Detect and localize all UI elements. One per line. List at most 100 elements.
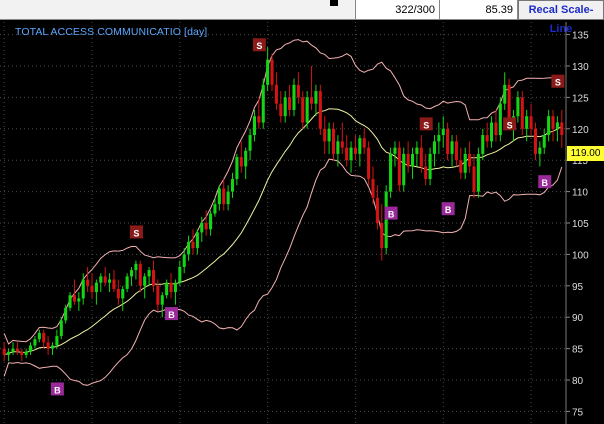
candlestick-chart[interactable]: 7580859095100105110115120125130135 BSBSB… xyxy=(0,0,604,424)
candle-body xyxy=(547,116,551,136)
candle-body xyxy=(112,279,116,289)
candle-body xyxy=(90,285,94,293)
candle-body xyxy=(406,153,410,167)
candle-body xyxy=(160,295,164,305)
candle-body xyxy=(274,84,278,104)
candle-body xyxy=(503,84,507,104)
candle-body xyxy=(336,141,340,154)
candle-body xyxy=(542,135,546,148)
buy-signal-label: B xyxy=(445,205,452,215)
candle-body xyxy=(551,116,555,129)
candle-body xyxy=(279,103,283,117)
candle-body xyxy=(463,153,467,173)
candle-body xyxy=(209,213,213,230)
candle-body xyxy=(380,223,384,249)
candle-body xyxy=(94,282,98,293)
sell-signal-label: S xyxy=(555,78,561,88)
candle-body xyxy=(156,285,160,305)
candle-body xyxy=(200,223,204,233)
candle-body xyxy=(226,191,230,205)
candle-body xyxy=(389,153,393,192)
candle-body xyxy=(178,266,182,283)
sell-signal-label: S xyxy=(256,41,262,51)
candle-body xyxy=(213,204,217,214)
candle-body xyxy=(108,279,112,283)
candle-body xyxy=(402,153,406,186)
buy-signal-label: B xyxy=(54,385,61,395)
candle-body xyxy=(358,138,362,154)
candle-body xyxy=(11,348,15,352)
y-tick-label: 95 xyxy=(572,282,584,293)
candle-body xyxy=(134,263,138,271)
candle-body xyxy=(138,263,142,286)
candle-body xyxy=(310,97,314,104)
candle-body xyxy=(86,279,90,286)
candle-body xyxy=(266,59,270,85)
candle-body xyxy=(349,147,353,161)
candle-body xyxy=(468,153,472,167)
candle-body xyxy=(257,116,261,123)
candle-body xyxy=(222,188,226,205)
y-tick-label: 90 xyxy=(572,313,584,324)
candle-body xyxy=(362,138,366,148)
candle-body xyxy=(529,116,533,129)
candle-body xyxy=(340,141,344,148)
candle-body xyxy=(428,153,432,180)
candle-body xyxy=(525,116,529,129)
y-tick-label: 135 xyxy=(572,31,589,42)
candle-body xyxy=(173,282,177,293)
candle-body xyxy=(476,153,480,192)
candle-body xyxy=(2,348,6,355)
candle-body xyxy=(129,270,134,277)
candle-body xyxy=(68,295,72,308)
candle-body xyxy=(42,332,46,343)
candle-body xyxy=(507,84,511,123)
candle-body xyxy=(72,295,76,302)
candle-body xyxy=(235,157,239,180)
candle-body xyxy=(472,166,476,192)
candle-body xyxy=(327,128,331,142)
candle-body xyxy=(46,342,50,349)
candle-body xyxy=(371,179,375,198)
candle-body xyxy=(191,241,195,249)
candle-body xyxy=(217,188,221,205)
candle-body xyxy=(182,254,186,267)
candle-body xyxy=(99,276,103,283)
candle-body xyxy=(59,320,63,337)
candle-body xyxy=(560,122,564,136)
y-tick-label: 120 xyxy=(572,125,589,136)
candle-body xyxy=(292,84,296,110)
chart-window: 322/300 85.39 Recal Scale-Line 75 80 85 90 9… xyxy=(0,0,604,424)
candle-body xyxy=(187,241,191,255)
candle-body xyxy=(490,122,494,142)
candle-body xyxy=(24,351,28,355)
candle-body xyxy=(450,141,454,154)
grid-lines xyxy=(0,22,566,424)
candle-body xyxy=(397,147,401,186)
candle-body xyxy=(15,348,19,352)
candle-body xyxy=(437,135,441,142)
candle-body xyxy=(252,116,256,136)
y-tick-label: 110 xyxy=(572,188,588,199)
candle-body xyxy=(353,147,357,154)
sell-signal-label: S xyxy=(423,120,429,130)
candle-body xyxy=(446,128,450,154)
candle-body xyxy=(331,128,336,154)
candle-body xyxy=(244,150,248,167)
candle-body xyxy=(37,332,41,340)
candle-body xyxy=(555,122,559,129)
y-tick-label: 80 xyxy=(572,376,584,387)
candle-body xyxy=(50,345,55,349)
candle-body xyxy=(323,128,327,142)
candle-body xyxy=(239,157,243,167)
candle-body xyxy=(283,97,287,117)
candle-body xyxy=(454,141,458,161)
candle-body xyxy=(288,97,292,110)
candle-body xyxy=(116,288,120,299)
candle-body xyxy=(270,59,274,85)
candle-body xyxy=(125,276,129,289)
candle-body xyxy=(29,345,33,352)
candle-body xyxy=(169,282,173,293)
candle-body xyxy=(441,128,445,136)
y-tick-label: 130 xyxy=(572,62,589,73)
